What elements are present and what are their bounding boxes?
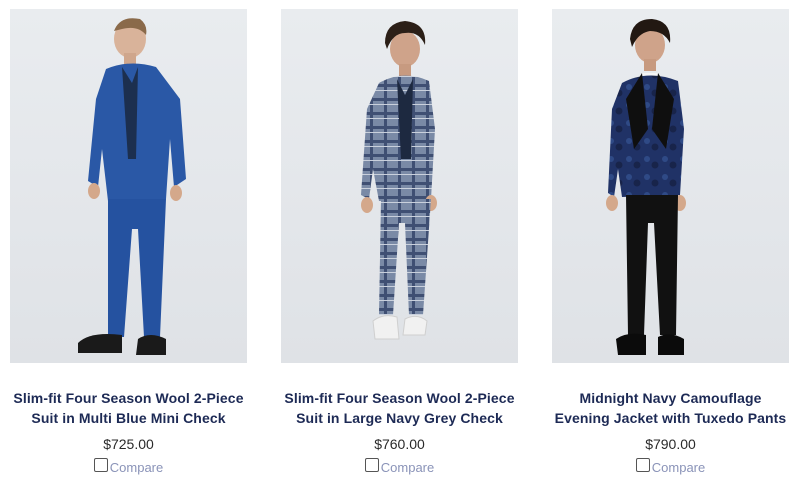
model-figure-illustration — [361, 21, 437, 340]
product-price: $760.00 — [374, 436, 425, 452]
compare-checkbox[interactable] — [93, 458, 108, 472]
product-card: Slim-fit Four Season Wool 2-Piece Suit i… — [281, 9, 518, 475]
product-card: Midnight Navy Camouflage Evening Jacket … — [552, 9, 789, 475]
compare-label[interactable]: Compare — [110, 460, 163, 475]
product-image[interactable] — [552, 9, 789, 363]
product-price: $725.00 — [103, 436, 154, 452]
compare-toggle[interactable]: Compare — [552, 458, 789, 475]
compare-checkbox[interactable] — [635, 458, 650, 472]
product-image[interactable] — [281, 9, 518, 363]
product-title[interactable]: Slim-fit Four Season Wool 2-Piece Suit i… — [10, 388, 247, 428]
compare-toggle[interactable]: Compare — [281, 458, 518, 475]
product-grid: Slim-fit Four Season Wool 2-Piece Suit i… — [0, 0, 800, 486]
product-title[interactable]: Slim-fit Four Season Wool 2-Piece Suit i… — [281, 388, 518, 428]
product-card: Slim-fit Four Season Wool 2-Piece Suit i… — [10, 9, 247, 475]
compare-label[interactable]: Compare — [652, 460, 705, 475]
model-figure-illustration — [606, 19, 686, 355]
product-price: $790.00 — [645, 436, 696, 452]
compare-label[interactable]: Compare — [381, 460, 434, 475]
model-figure-illustration — [78, 18, 186, 355]
compare-toggle[interactable]: Compare — [10, 458, 247, 475]
compare-checkbox[interactable] — [364, 458, 379, 472]
product-image[interactable] — [10, 9, 247, 363]
product-title[interactable]: Midnight Navy Camouflage Evening Jacket … — [552, 388, 789, 428]
